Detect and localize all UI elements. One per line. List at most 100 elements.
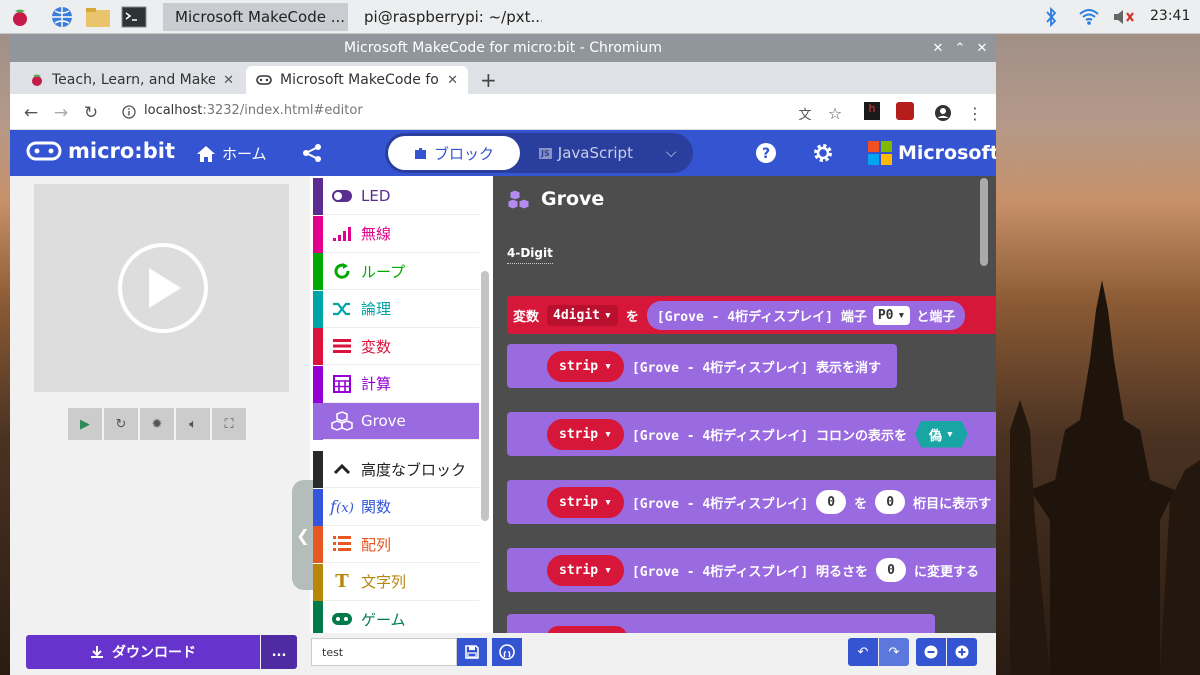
- collapse-simulator-button[interactable]: ❮: [292, 480, 314, 590]
- undo-icon[interactable]: ↶: [848, 638, 878, 666]
- javascript-toggle-button[interactable]: JS JavaScript: [520, 136, 652, 170]
- play-icon[interactable]: ▶: [68, 408, 102, 440]
- toolbox-category-shuffle[interactable]: 論理: [313, 290, 479, 328]
- strip-variable[interactable]: strip ▾: [547, 350, 624, 382]
- download-more-button[interactable]: ...: [261, 635, 297, 669]
- fullscreen-icon[interactable]: ⛶: [212, 408, 246, 440]
- toolbox-category-function[interactable]: f(x) 関数: [313, 488, 479, 526]
- strip-variable[interactable]: [547, 626, 627, 633]
- task-terminal[interactable]: pi@raspberrypi: ~/pxt...: [352, 3, 542, 31]
- block-set-variable[interactable]: 変数 4digit ▾ を [Grove - 4桁ディスプレイ] 端子 P0 ▾ と…: [507, 296, 996, 334]
- menu-kebab-icon[interactable]: ⋮: [964, 102, 986, 124]
- sound-icon[interactable]: 🔈︎: [176, 408, 210, 440]
- pin2-label: と端子: [916, 309, 956, 325]
- toolbox-category-list[interactable]: 変数: [313, 328, 479, 365]
- tab-makecode[interactable]: Microsoft MakeCode for micro:bit ✕: [246, 66, 468, 94]
- strip-variable[interactable]: strip ▾: [547, 554, 624, 586]
- wo-label: を: [854, 496, 868, 512]
- close-tab-icon[interactable]: ✕: [447, 73, 458, 88]
- github-icon[interactable]: [492, 638, 522, 666]
- debug-bug-icon[interactable]: ✹: [140, 408, 174, 440]
- raspberry-menu-icon[interactable]: [6, 3, 34, 31]
- redo-icon[interactable]: ↷: [879, 638, 909, 666]
- reload-icon[interactable]: ↻: [80, 102, 102, 124]
- file-manager-icon[interactable]: [84, 3, 112, 31]
- category-label: ループ: [361, 262, 406, 281]
- toolbox-category-gamepad[interactable]: ゲーム: [313, 601, 479, 633]
- bookmark-star-icon[interactable]: ☆: [824, 102, 846, 124]
- ublock-icon[interactable]: [896, 102, 914, 120]
- strip-variable[interactable]: strip ▾: [547, 486, 624, 518]
- toolbox-category-signal[interactable]: 無線: [313, 215, 479, 253]
- download-button[interactable]: ダウンロード: [26, 635, 260, 669]
- toolbox-scrollbar[interactable]: [481, 271, 489, 521]
- brightness-input[interactable]: 0: [875, 558, 906, 582]
- minimize-icon[interactable]: ✕: [928, 38, 948, 58]
- tab-strip: Teach, Learn, and Make with ✕ Microsoft …: [10, 62, 996, 94]
- toolbox-category-chevron-up[interactable]: 高度なブロック: [313, 451, 479, 488]
- block-partial[interactable]: [507, 614, 935, 633]
- create-display-reporter[interactable]: [Grove - 4桁ディスプレイ] 端子 P0 ▾ と端子: [646, 300, 966, 330]
- zoom-out-icon[interactable]: [916, 638, 946, 666]
- blocks-toggle-button[interactable]: ブロック: [388, 136, 520, 170]
- number-input[interactable]: 0: [816, 490, 847, 514]
- block-colon-display[interactable]: strip ▾ [Grove - 4桁ディスプレイ] コロンの表示を 偽 ▾: [507, 412, 996, 456]
- translate-icon[interactable]: 文: [794, 102, 816, 124]
- close-tab-icon[interactable]: ✕: [223, 73, 234, 88]
- volume-muted-icon[interactable]: [1112, 7, 1136, 27]
- strip-label: strip: [559, 426, 599, 442]
- share-icon[interactable]: [302, 143, 322, 167]
- bluetooth-icon[interactable]: [1044, 7, 1058, 27]
- category-color-bar: [313, 451, 323, 488]
- caret-down-icon: ▾: [604, 562, 612, 578]
- terminal-icon[interactable]: [120, 3, 148, 31]
- simulator-board: [34, 184, 289, 392]
- project-name-input[interactable]: test: [311, 638, 457, 666]
- block-show-digit[interactable]: strip ▾ [Grove - 4桁ディスプレイ] 0 を 0 桁目に表示す: [507, 480, 996, 524]
- chevron-down-icon[interactable]: ⌵: [652, 136, 690, 170]
- toolbox-category-toggle[interactable]: LED: [313, 178, 479, 215]
- back-icon[interactable]: ←: [20, 102, 42, 124]
- toolbox-category-text[interactable]: T 文字列: [313, 563, 479, 601]
- help-icon[interactable]: ?: [755, 142, 777, 168]
- restart-icon[interactable]: ↻: [104, 408, 138, 440]
- account-icon[interactable]: [932, 102, 954, 124]
- strip-variable[interactable]: strip ▾: [547, 418, 624, 450]
- microbit-logo[interactable]: micro:bit: [26, 139, 175, 163]
- gear-icon[interactable]: [812, 142, 834, 168]
- extension-icon[interactable]: h: [864, 102, 880, 120]
- home-button[interactable]: ホーム: [196, 143, 267, 164]
- browser-icon[interactable]: [48, 3, 76, 31]
- toolbox-category-cubes[interactable]: Grove: [313, 403, 479, 440]
- info-icon[interactable]: [122, 105, 136, 119]
- save-icon[interactable]: [457, 638, 487, 666]
- block-set-brightness[interactable]: strip ▾ [Grove - 4桁ディスプレイ] 明るさを 0 に変更する: [507, 548, 996, 592]
- block-clear-display[interactable]: strip ▾ [Grove - 4桁ディスプレイ] 表示を消す: [507, 344, 897, 388]
- maximize-icon[interactable]: ⌃: [950, 38, 970, 58]
- forward-icon[interactable]: →: [50, 102, 72, 124]
- wifi-icon[interactable]: [1078, 7, 1100, 27]
- microsoft-logo[interactable]: Microsoft: [868, 141, 996, 165]
- play-icon: [149, 268, 181, 308]
- task-chromium[interactable]: Microsoft MakeCode ...: [163, 3, 348, 31]
- category-label: 無線: [361, 225, 392, 243]
- new-tab-icon[interactable]: +: [480, 68, 497, 92]
- svg-text:?: ?: [762, 146, 770, 162]
- category-color-bar: [313, 290, 323, 328]
- flyout-scrollbar[interactable]: [980, 178, 988, 266]
- toolbox-category-array[interactable]: 配列: [313, 526, 479, 563]
- url-field[interactable]: localhost:3232/index.html#editor: [144, 103, 363, 118]
- show-digit-text: [Grove - 4桁ディスプレイ]: [631, 496, 809, 512]
- toolbox-category-loop[interactable]: ループ: [313, 253, 479, 290]
- chevron-left-icon: ❮: [296, 525, 310, 545]
- toolbox-category-calculator[interactable]: 計算: [313, 365, 479, 403]
- zoom-in-icon[interactable]: [947, 638, 977, 666]
- variable-dropdown[interactable]: 4digit ▾: [547, 304, 618, 326]
- digit-index-input[interactable]: 0: [875, 490, 906, 514]
- pin-dropdown[interactable]: P0 ▾: [872, 305, 911, 325]
- play-simulator-button[interactable]: [118, 243, 208, 333]
- tab-teach-learn[interactable]: Teach, Learn, and Make with ✕: [20, 66, 244, 94]
- boolean-dropdown[interactable]: 偽 ▾: [914, 420, 968, 448]
- close-window-icon[interactable]: ✕: [972, 38, 992, 58]
- category-label: 計算: [361, 375, 392, 393]
